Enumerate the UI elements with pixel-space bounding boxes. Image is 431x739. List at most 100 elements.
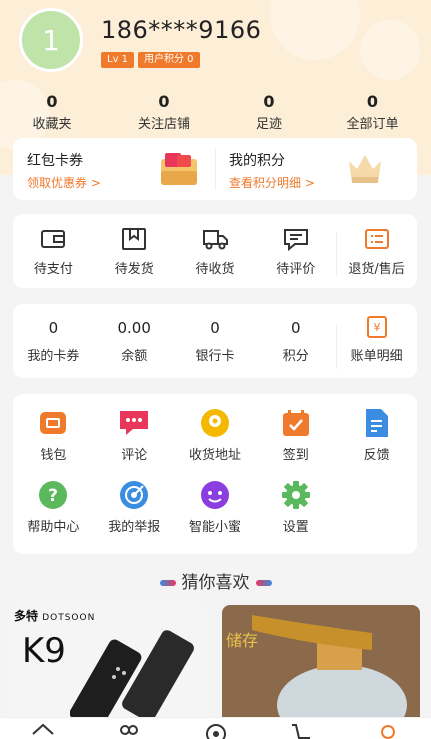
decor-stripe [159, 580, 176, 586]
tool-my-reports[interactable]: 我的举报 [94, 480, 175, 552]
points-title: 我的积分 [229, 153, 285, 169]
order-pending-review[interactable]: 待评价 [255, 226, 336, 277]
asset-label: 账单明细 [350, 348, 403, 364]
asset-value: 0 [48, 318, 59, 337]
asset-my-coupons[interactable]: 0 我的卡券 [13, 319, 94, 364]
asset-label: 银行卡 [195, 348, 235, 364]
stat-all-orders[interactable]: 0 全部订单 [314, 92, 431, 132]
promo-card: 红包卡券 领取优惠券 > 我的积分 查看积分明细 > [13, 138, 417, 200]
stat-label: 关注店铺 [137, 117, 190, 132]
tab-home[interactable] [0, 718, 86, 739]
order-label: 待收货 [195, 261, 235, 277]
tool-label: 帮助中心 [27, 520, 80, 535]
product-model: K9 [22, 631, 66, 671]
cart-icon [291, 724, 310, 739]
discover-icon [205, 724, 226, 739]
tab-discover[interactable] [172, 718, 258, 739]
avatar[interactable]: 1 [19, 8, 83, 72]
wallet-icon [41, 229, 66, 248]
order-label: 待支付 [33, 261, 73, 277]
order-label: 退货/售后 [348, 261, 405, 277]
order-returns[interactable]: 退货/售后 [336, 226, 417, 277]
level-badge: Lv 1 [101, 52, 135, 68]
coupon-entry[interactable]: 红包卡券 领取优惠券 > [13, 138, 215, 200]
order-label: 待发货 [114, 261, 154, 277]
points-entry[interactable]: 我的积分 查看积分明细 > [215, 138, 417, 200]
asset-label: 积分 [282, 348, 309, 364]
asset-value: 0 [291, 318, 301, 337]
order-pending-payment[interactable]: 待支付 [13, 226, 94, 277]
tool-wallet[interactable]: 钱包 [13, 408, 94, 480]
stat-value: 0 [46, 92, 58, 111]
report-target-icon [120, 481, 149, 509]
red-packet-icon [161, 153, 197, 185]
tool-address[interactable]: 收货地址 [175, 408, 256, 480]
decor-stripe [255, 580, 272, 586]
bottle-image [252, 615, 407, 717]
points-badge[interactable]: 用户积分 0 [138, 52, 200, 68]
order-pending-shipment[interactable]: 待发货 [94, 226, 175, 277]
asset-label: 我的卡券 [27, 348, 80, 364]
wallet-icon [40, 412, 67, 434]
tool-label: 评论 [121, 448, 148, 463]
product-card-water-bottle[interactable]: 储存 [222, 605, 420, 717]
stat-label: 全部订单 [346, 117, 399, 132]
stat-value: 0 [158, 92, 170, 111]
category-icon [120, 725, 139, 735]
crown-icon [349, 155, 381, 183]
asset-value: 0.00 [117, 318, 151, 337]
tool-label: 收货地址 [188, 448, 241, 463]
home-icon [32, 723, 54, 735]
return-list-icon [364, 228, 389, 249]
comment-icon [120, 411, 149, 435]
tab-category[interactable] [86, 718, 172, 739]
order-pending-receipt[interactable]: 待收货 [175, 226, 256, 277]
stat-followed-shops[interactable]: 0 关注店铺 [104, 92, 224, 132]
tool-label: 反馈 [363, 448, 390, 463]
truck-icon [202, 229, 228, 249]
profile-icon [380, 725, 395, 739]
comment-icon [283, 228, 308, 251]
product-card-smart-lock[interactable]: 多特 DOTSOON K9 [10, 605, 208, 717]
user-phone: 186****9166 [101, 16, 262, 44]
asset-value: 0 [210, 318, 220, 337]
asset-balance[interactable]: 0.00 余额 [94, 319, 175, 364]
calendar-check-icon [282, 410, 309, 436]
guess-title: 猜你喜欢 [181, 573, 250, 593]
asset-points[interactable]: 0 积分 [255, 319, 336, 364]
tools-card: 钱包 评论 收货地址 签到 反馈 ? 帮助中心 我的举报 智能小蜜 设置 [13, 394, 417, 554]
svg-text:?: ? [48, 486, 58, 506]
stat-label: 收藏夹 [32, 117, 72, 132]
bottom-tab-bar [0, 717, 431, 739]
stat-footprints[interactable]: 0 足迹 [224, 92, 314, 132]
tool-label: 我的举报 [108, 520, 161, 535]
divider [336, 324, 338, 369]
orders-card: 待支付 待发货 待收货 待评价 退货/售后 [13, 214, 417, 288]
stat-value: 0 [263, 92, 275, 111]
stat-value: 0 [366, 92, 379, 111]
tool-settings[interactable]: 设置 [255, 480, 336, 552]
stats-row: 0 收藏夹 0 关注店铺 0 足迹 0 全部订单 [0, 92, 431, 132]
points-link[interactable]: 查看积分明细 > [229, 174, 417, 191]
box-icon [122, 227, 147, 250]
asset-bill-details[interactable]: ¥ 账单明细 [336, 315, 417, 369]
product-brand-cn: 多特 [14, 609, 39, 623]
guess-you-like-heading: 猜你喜欢 [0, 568, 431, 593]
tab-cart[interactable] [259, 718, 345, 739]
tool-smart-assistant[interactable]: 智能小蜜 [175, 480, 256, 552]
order-label: 待评价 [276, 261, 316, 277]
svg-text:¥: ¥ [373, 321, 380, 334]
tool-label: 智能小蜜 [188, 520, 241, 535]
assistant-icon [200, 481, 229, 509]
tool-feedback[interactable]: 反馈 [336, 408, 417, 480]
tool-comments[interactable]: 评论 [94, 408, 175, 480]
stat-label: 足迹 [255, 117, 282, 132]
tool-help-center[interactable]: ? 帮助中心 [13, 480, 94, 552]
tab-profile[interactable] [345, 718, 431, 739]
smart-lock-image [70, 630, 194, 717]
asset-bank-cards[interactable]: 0 银行卡 [175, 319, 256, 364]
stat-favorites[interactable]: 0 收藏夹 [0, 92, 104, 132]
help-icon: ? [39, 481, 68, 509]
tool-checkin[interactable]: 签到 [255, 408, 336, 480]
assets-card: 0 我的卡券 0.00 余额 0 银行卡 0 积分 ¥ 账单明细 [13, 304, 417, 378]
